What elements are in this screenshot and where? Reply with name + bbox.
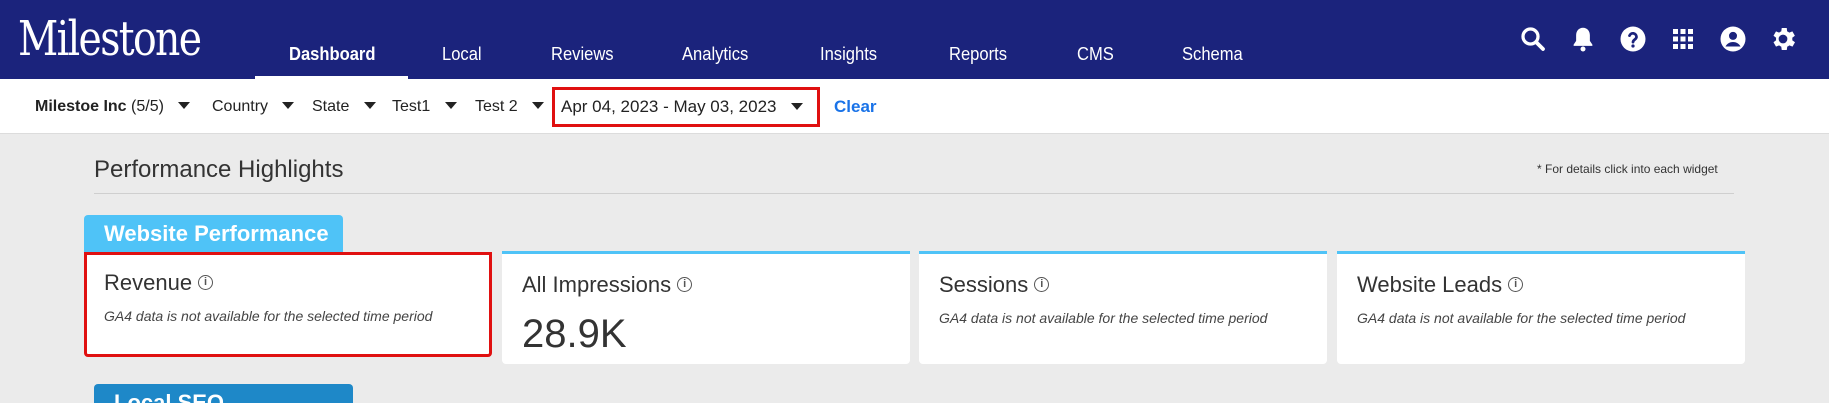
date-range-label: Apr 04, 2023 - May 03, 2023 xyxy=(561,97,777,116)
info-icon[interactable]: i xyxy=(1508,276,1524,292)
account-icon[interactable] xyxy=(1718,24,1748,54)
account-filter-count: (5/5) xyxy=(131,98,164,115)
apps-grid-icon[interactable] xyxy=(1668,24,1698,54)
bell-icon[interactable] xyxy=(1568,24,1598,54)
top-navigation-bar xyxy=(0,0,1829,79)
website-leads-card[interactable]: Website Leads i GA4 data is not available… xyxy=(1337,251,1745,364)
caret-down-icon xyxy=(363,102,376,110)
nav-schema[interactable]: Schema xyxy=(1182,44,1243,64)
account-filter-name: Milestoe Inc xyxy=(35,98,127,115)
caret-down-icon xyxy=(282,102,295,110)
nav-insights[interactable]: Insights xyxy=(820,44,877,64)
caret-down-icon xyxy=(532,102,545,110)
test1-filter-dropdown[interactable]: Test1 xyxy=(392,97,457,117)
nav-reports[interactable]: Reports xyxy=(949,44,1007,64)
sessions-card[interactable]: Sessions i GA4 data is not available for … xyxy=(919,251,1327,364)
info-icon[interactable]: i xyxy=(677,276,693,292)
country-filter-label: Country xyxy=(212,98,269,115)
section-divider xyxy=(94,193,1734,194)
test2-filter-label: Test 2 xyxy=(475,98,518,115)
clear-filters-link[interactable]: Clear xyxy=(834,97,877,117)
country-filter-dropdown[interactable]: Country xyxy=(212,97,295,117)
local-seo-tab: Local SEO xyxy=(94,384,353,403)
test2-filter-dropdown[interactable]: Test 2 xyxy=(475,97,545,117)
all-impressions-card[interactable]: All Impressions i 28.9K xyxy=(502,251,910,364)
date-range-dropdown[interactable]: Apr 04, 2023 - May 03, 2023 xyxy=(552,87,820,127)
revenue-card-title: Revenue xyxy=(104,270,193,295)
revenue-card[interactable]: Revenue i GA4 data is not available for t… xyxy=(84,252,492,357)
revenue-card-note: GA4 data is not available for the select… xyxy=(104,308,433,324)
page-title: Performance Highlights xyxy=(94,156,344,183)
all-impressions-value: 28.9K xyxy=(522,312,627,356)
website-leads-card-note: GA4 data is not available for the select… xyxy=(1357,310,1686,326)
nav-cms[interactable]: CMS xyxy=(1077,44,1114,64)
website-performance-tab: Website Performance xyxy=(84,215,343,252)
state-filter-dropdown[interactable]: State xyxy=(312,97,376,117)
all-impressions-card-title: All Impressions xyxy=(522,272,672,297)
state-filter-label: State xyxy=(312,98,350,115)
caret-down-icon xyxy=(444,102,457,110)
nav-dashboard[interactable]: Dashboard xyxy=(289,44,376,64)
nav-local[interactable]: Local xyxy=(442,44,482,64)
settings-icon[interactable] xyxy=(1768,24,1798,54)
caret-down-icon xyxy=(791,103,804,111)
account-filter-dropdown[interactable]: Milestoe Inc (5/5) xyxy=(35,97,191,117)
sessions-card-note: GA4 data is not available for the select… xyxy=(939,310,1268,326)
search-icon[interactable] xyxy=(1518,24,1548,54)
info-icon[interactable]: i xyxy=(1034,276,1050,292)
website-leads-card-title: Website Leads xyxy=(1357,272,1503,297)
widget-hint-note: * For details click into each widget xyxy=(1537,162,1718,176)
caret-down-icon xyxy=(178,102,191,110)
nav-reviews[interactable]: Reviews xyxy=(551,44,614,64)
sessions-card-title: Sessions xyxy=(939,272,1029,297)
nav-analytics[interactable]: Analytics xyxy=(682,44,748,64)
test1-filter-label: Test1 xyxy=(392,98,431,115)
help-icon[interactable] xyxy=(1618,24,1648,54)
info-icon[interactable]: i xyxy=(198,274,214,290)
milestone-logo[interactable]: Milestone xyxy=(18,10,202,68)
